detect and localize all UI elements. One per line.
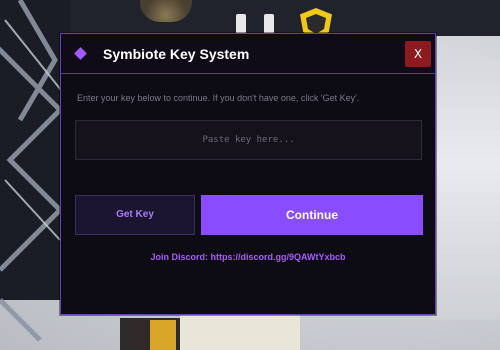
world-object (236, 14, 246, 34)
purple-diamond-icon (74, 47, 87, 60)
get-key-button[interactable]: Get Key (75, 195, 195, 235)
discord-link[interactable]: Join Discord: https://discord.gg/9QAWtYx… (61, 251, 435, 263)
world-object (264, 14, 274, 34)
key-input[interactable] (75, 120, 422, 160)
instruction-text: Enter your key below to continue. If you… (77, 93, 360, 103)
close-button[interactable]: X (405, 41, 431, 67)
dialog-title: Symbiote Key System (103, 46, 250, 62)
continue-button[interactable]: Continue (201, 195, 423, 235)
key-system-dialog: Symbiote Key System X Enter your key bel… (60, 33, 436, 315)
world-object (150, 320, 176, 350)
dialog-header: Symbiote Key System X (61, 34, 435, 74)
world-object (180, 310, 300, 350)
world-snow-area (430, 60, 500, 320)
